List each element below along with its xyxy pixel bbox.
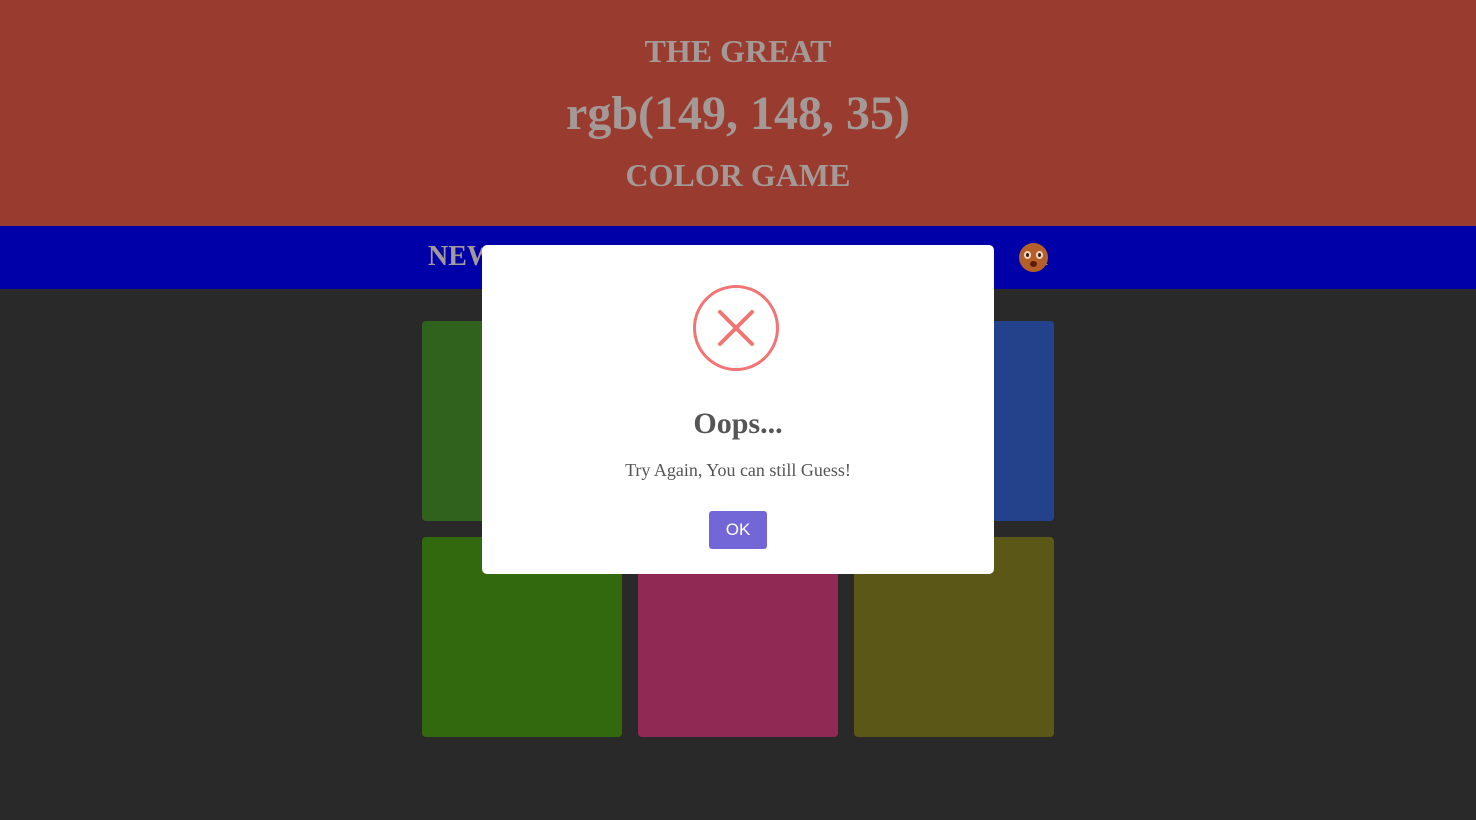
error-x-icon: [693, 285, 779, 371]
alert-dialog: Oops... Try Again, You can still Guess! …: [482, 245, 994, 574]
dialog-title: Oops...: [693, 407, 783, 440]
ok-button[interactable]: OK: [709, 511, 767, 549]
dialog-message: Try Again, You can still Guess!: [625, 460, 851, 480]
